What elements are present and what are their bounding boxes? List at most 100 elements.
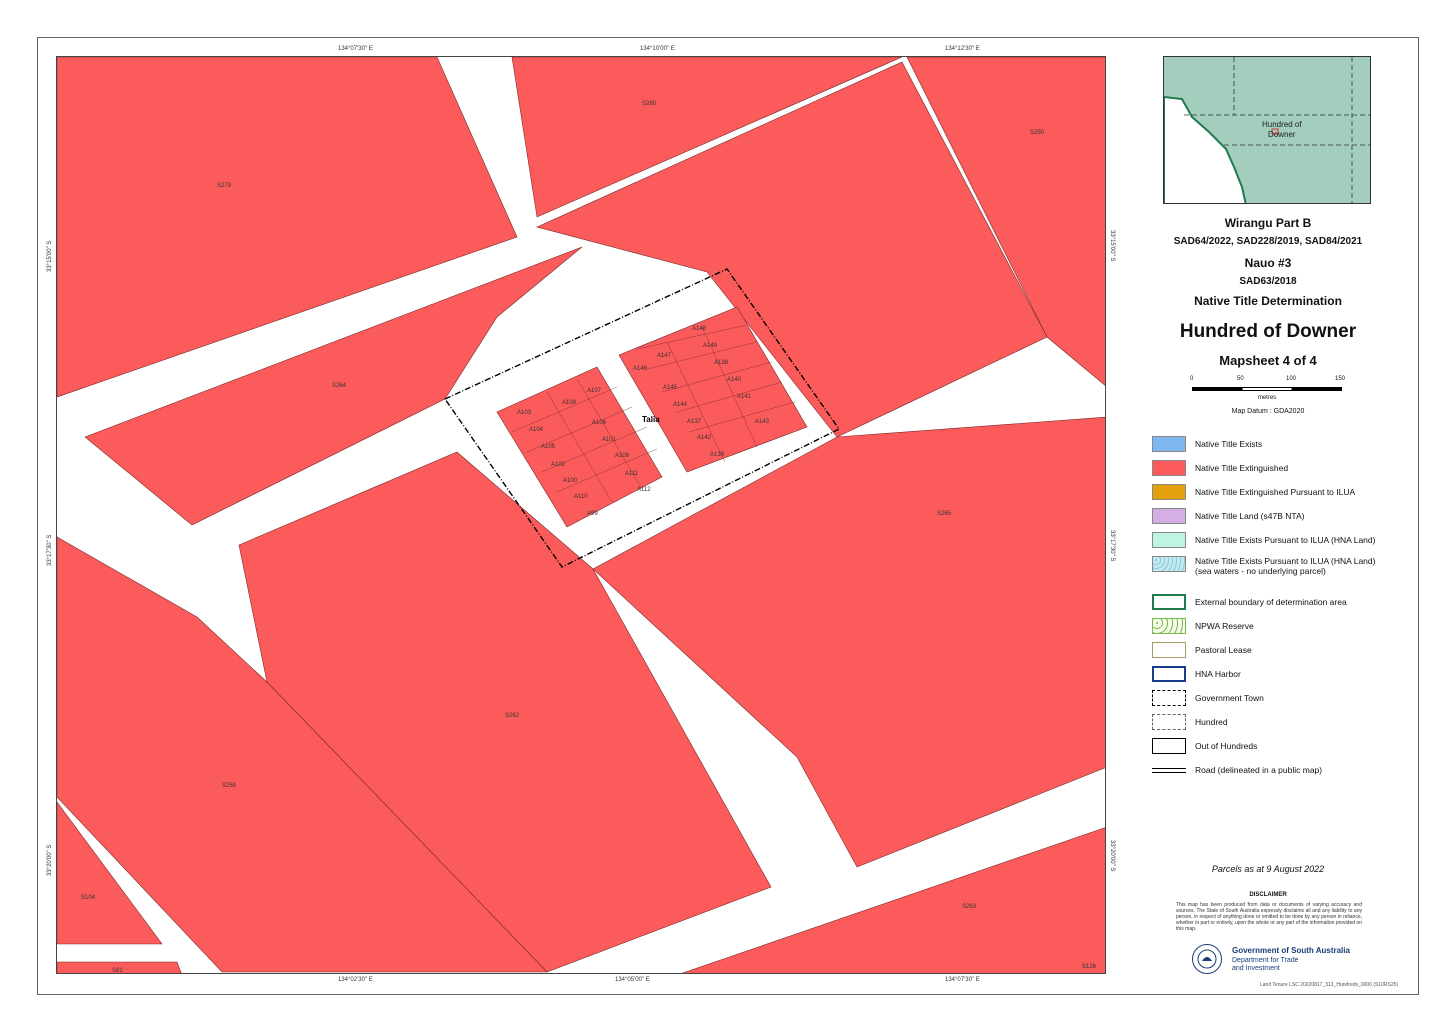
scale-tick-50: 50 — [1237, 376, 1244, 382]
legend-item-external-boundary: External boundary of determination area — [1152, 594, 1406, 612]
outline-swatch-icon — [1152, 642, 1186, 658]
svg-text:S263: S263 — [962, 904, 977, 910]
coord-right-3: 33°20'00" S — [1109, 840, 1115, 872]
svg-text:A111: A111 — [625, 471, 639, 477]
svg-text:A138: A138 — [714, 360, 729, 366]
inset-label-1: Hundred of — [1262, 120, 1302, 129]
legend-panel: Hundred of Downer Wirangu Part B SAD64/2… — [1130, 56, 1406, 996]
svg-text:A141: A141 — [737, 394, 752, 400]
svg-text:A101: A101 — [602, 437, 617, 443]
coord-top-1: 134°07'30" E — [338, 46, 373, 52]
title-nauo: Nauo #3 — [1244, 256, 1292, 270]
coord-right-2: 33°17'30" S — [1109, 530, 1115, 562]
svg-text:A106: A106 — [592, 420, 607, 426]
svg-text:A105: A105 — [541, 444, 556, 450]
title-wirangu: Wirangu Part B — [1224, 216, 1312, 230]
scale-tick-100: 100 — [1286, 376, 1297, 382]
outline-swatch-icon — [1152, 594, 1186, 610]
svg-text:S250: S250 — [1030, 130, 1045, 136]
fill-swatch-icon — [1152, 532, 1186, 548]
scale-unit: metres — [1257, 395, 1277, 401]
svg-text:S81: S81 — [112, 968, 123, 974]
svg-text:A147: A147 — [657, 353, 672, 359]
gov-dept-line2: and Investment — [1232, 965, 1280, 972]
dashdot-swatch-icon — [1152, 690, 1186, 706]
gov-name: Government of South Australia — [1232, 946, 1350, 955]
coord-right-1: 33°15'00" S — [1109, 230, 1115, 262]
parcels-date-note: Parcels as at 9 August 2022 — [1211, 864, 1325, 874]
svg-text:S126: S126 — [1082, 964, 1097, 970]
svg-text:A102: A102 — [551, 462, 566, 468]
coord-top-2: 134°10'00" E — [640, 46, 675, 52]
map-datum: Map Datum : GDA2020 — [1231, 408, 1305, 415]
disclaimer-title: DISCLAIMER — [1249, 892, 1287, 898]
mapsheet-label: Mapsheet 4 of 4 — [1219, 353, 1317, 368]
coord-left-1: 33°15'00" S — [47, 240, 53, 272]
legend-item-native-title-exists: Native Title Exists — [1152, 436, 1406, 454]
legend-item-npwa-reserve: NPWA Reserve — [1152, 618, 1406, 636]
coord-bottom-2: 134°05'00" E — [615, 977, 650, 983]
svg-text:A144: A144 — [673, 402, 688, 408]
svg-text:A140: A140 — [727, 377, 742, 383]
svg-text:A142: A142 — [697, 435, 712, 441]
dashed-swatch-icon — [1152, 714, 1186, 730]
svg-text:A107: A107 — [587, 388, 602, 394]
svg-text:S104: S104 — [81, 895, 96, 901]
legend-item-government-town: Government Town — [1152, 690, 1406, 708]
town-label: Talia — [642, 415, 660, 424]
title-nauo-case: SAD63/2018 — [1239, 276, 1297, 287]
cadastral-map[interactable]: S280 S279 S250 S264 S265 S262 S259 S104 … — [56, 56, 1106, 974]
outline-swatch-icon — [1152, 738, 1186, 754]
title-determination: Native Title Determination — [1194, 294, 1342, 308]
svg-text:A137: A137 — [687, 419, 702, 425]
disclaimer-text: This map has been produced from data or … — [1176, 902, 1362, 932]
svg-text:A104: A104 — [529, 427, 544, 433]
svg-text:A145: A145 — [663, 385, 678, 391]
svg-text:S265: S265 — [937, 511, 952, 517]
svg-text:S279: S279 — [217, 183, 232, 189]
coord-bottom-1: 134°02'30" E — [338, 977, 373, 983]
coord-left-2: 33°17'30" S — [47, 534, 53, 566]
legend-item-hundred: Hundred — [1152, 714, 1406, 732]
double-line-icon — [1152, 768, 1186, 773]
coord-top-3: 134°12'30" E — [945, 46, 980, 52]
scale-tick-0: 0 — [1190, 376, 1194, 382]
legend-item-exists-ilua-sea: Native Title Exists Pursuant to ILUA (HN… — [1152, 556, 1406, 580]
location-inset-map[interactable]: Hundred of Downer — [1163, 56, 1371, 204]
svg-text:A103: A103 — [517, 410, 532, 416]
svg-text:A146: A146 — [633, 366, 648, 372]
svg-text:A110: A110 — [574, 494, 588, 500]
legend-item-s47b: Native Title Land (s47B NTA) — [1152, 508, 1406, 526]
legend-item-exists-ilua: Native Title Exists Pursuant to ILUA (HN… — [1152, 532, 1406, 550]
legend-item-pastoral-lease: Pastoral Lease — [1152, 642, 1406, 660]
fill-swatch-icon — [1152, 436, 1186, 452]
inset-label-2: Downer — [1268, 130, 1296, 139]
svg-text:S262: S262 — [505, 713, 520, 719]
svg-text:S259: S259 — [222, 783, 237, 789]
fill-swatch-icon — [1152, 460, 1186, 476]
map-svg: S280 S279 S250 S264 S265 S262 S259 S104 … — [57, 57, 1106, 974]
sa-crest-icon — [1192, 944, 1222, 974]
svg-text:A143: A143 — [755, 419, 770, 425]
svg-text:A136: A136 — [1105, 57, 1106, 61]
svg-text:A109: A109 — [615, 453, 630, 459]
coord-left-3: 33°20'00" S — [47, 844, 53, 876]
scale-tick-150: 150 — [1335, 376, 1346, 382]
map-title: Hundred of Downer — [1179, 321, 1357, 342]
dotted-swatch-icon — [1152, 618, 1186, 634]
government-logo: Government of South Australia Department… — [1192, 944, 1392, 978]
fill-swatch-icon — [1152, 484, 1186, 500]
inset-svg: Hundred of Downer — [1164, 57, 1370, 203]
svg-text:A112: A112 — [637, 487, 651, 493]
legend-item-out-of-hundreds: Out of Hundreds — [1152, 738, 1406, 756]
svg-text:A99: A99 — [587, 511, 598, 517]
svg-text:A149: A149 — [703, 343, 718, 349]
svg-text:A148: A148 — [692, 326, 707, 332]
legend-item-extinguished: Native Title Extinguished — [1152, 460, 1406, 478]
scale-bar-graphic — [1192, 387, 1342, 391]
svg-text:A139: A139 — [710, 452, 725, 458]
gov-dept-line1: Department for Trade — [1232, 957, 1299, 964]
legend-item-hna-harbor: HNA Harbor — [1152, 666, 1406, 684]
fill-swatch-icon — [1152, 508, 1186, 524]
svg-text:A108: A108 — [562, 400, 577, 406]
